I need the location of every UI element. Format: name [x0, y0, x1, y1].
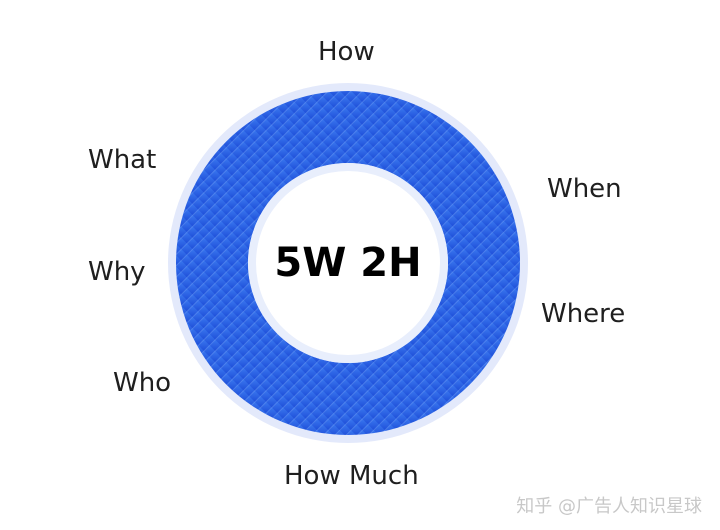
watermark: 知乎 @广告人知识星球 [516, 496, 702, 517]
label-where: Where [541, 299, 626, 329]
label-what: What [88, 145, 157, 175]
label-who: Who [113, 368, 172, 398]
label-why: Why [88, 257, 146, 287]
label-when: When [547, 174, 622, 204]
label-how-much: How Much [284, 461, 419, 491]
center-title: 5W 2H [274, 240, 422, 286]
diagram-canvas: 5W 2H How What When Why Where Who How Mu… [0, 0, 720, 530]
label-how: How [318, 37, 375, 67]
